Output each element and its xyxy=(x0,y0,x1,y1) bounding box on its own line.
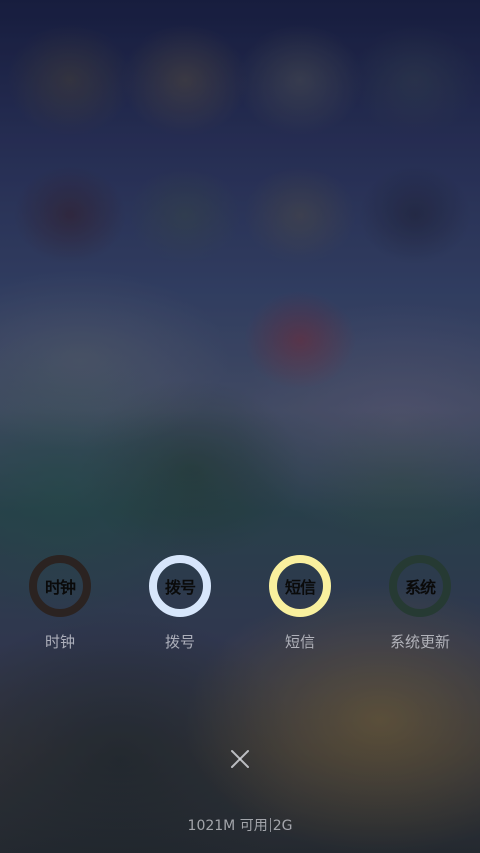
recent-app-messages[interactable]: 短信 短信 xyxy=(240,555,360,652)
dialer-app-icon: 拨号 xyxy=(149,555,211,617)
system-update-app-icon: 系统 xyxy=(389,555,451,617)
recent-app-dialer[interactable]: 拨号 拨号 xyxy=(120,555,240,652)
clock-app-label: 时钟 xyxy=(44,633,75,651)
messages-app-label: 短信 xyxy=(284,633,315,651)
recent-app-clock[interactable]: 时钟 时钟 xyxy=(0,555,120,652)
clock-app-icon: 时钟 xyxy=(29,555,91,617)
close-icon xyxy=(231,750,249,768)
memory-available-text: 1021M 可用 xyxy=(187,818,268,834)
clear-recents-button[interactable] xyxy=(222,741,258,777)
system-update-icon-text: 系统 xyxy=(404,578,436,597)
memory-total-text: 2G xyxy=(272,818,293,834)
recent-app-system-update[interactable]: 系统 系统更新 xyxy=(360,555,480,652)
messages-app-icon: 短信 xyxy=(269,555,331,617)
messages-icon-text: 短信 xyxy=(284,578,316,597)
system-update-app-label: 系统更新 xyxy=(389,633,450,651)
memory-status: 1021M 可用 2G xyxy=(0,815,480,835)
clock-icon-text: 时钟 xyxy=(44,578,76,597)
recents-screen: 时钟 时钟 拨号 拨号 短信 短信 系统 系统更新 1021M 可用 2G xyxy=(0,0,480,853)
memory-divider xyxy=(269,818,271,832)
dialer-icon-text: 拨号 xyxy=(164,578,196,597)
wallpaper-dim-overlay xyxy=(0,0,480,853)
dialer-app-label: 拨号 xyxy=(164,633,195,651)
